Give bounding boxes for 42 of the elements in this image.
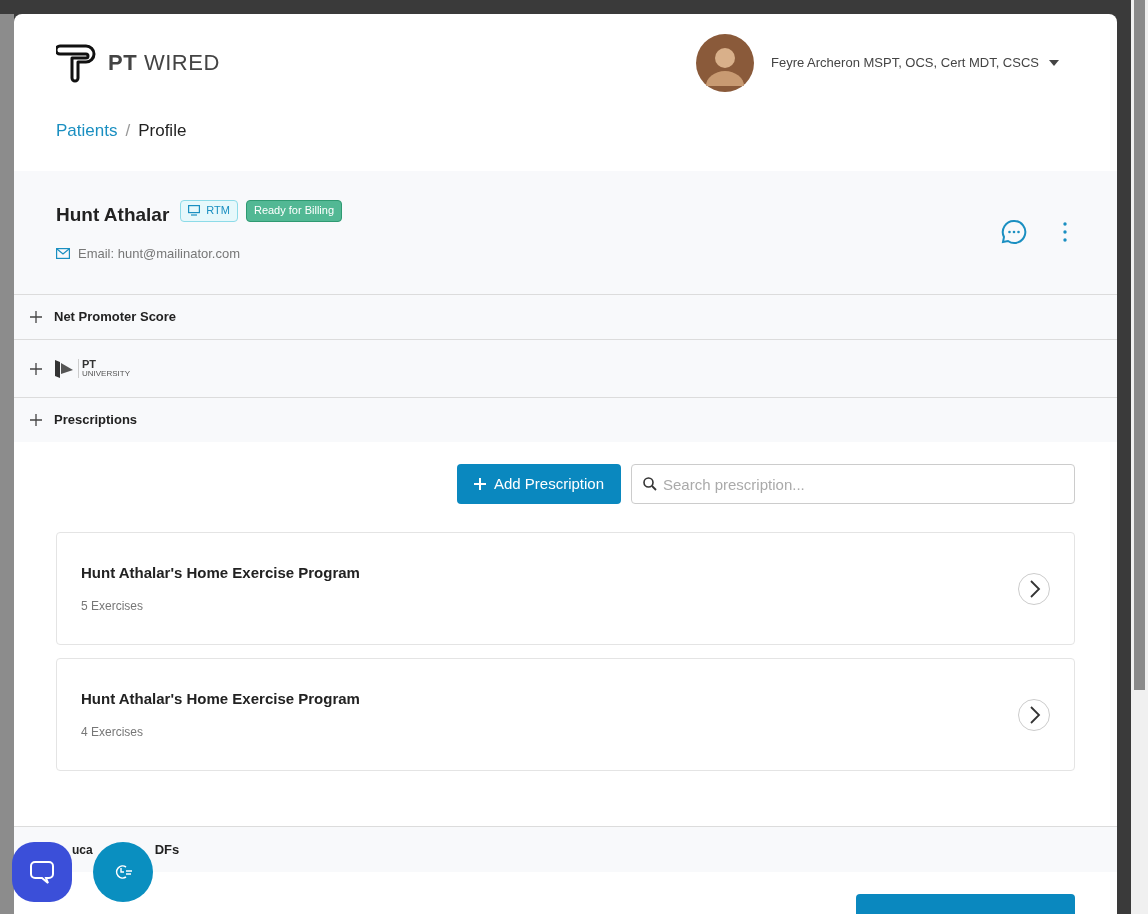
breadcrumb-separator: / bbox=[125, 120, 131, 143]
exercise-count: 4 Exercises bbox=[81, 723, 145, 741]
mail-icon bbox=[56, 248, 70, 260]
user-name[interactable]: Feyre Archeron MSPT, OCS, Cert MDT, CSCS bbox=[771, 53, 1039, 73]
logo-text: PT bbox=[82, 359, 98, 370]
patient-name: Hunt Athalar bbox=[56, 203, 170, 228]
search-field[interactable]: Search prescription... bbox=[631, 464, 1075, 505]
rtm-badge: RTM bbox=[180, 199, 238, 222]
university-logo[interactable]: PT UNIVERSITY bbox=[54, 358, 130, 379]
flag-icon bbox=[54, 358, 74, 379]
monitor-icon bbox=[188, 205, 201, 217]
plus-icon bbox=[473, 478, 486, 491]
chevron-right-icon[interactable] bbox=[1018, 572, 1050, 605]
breadcrumb-current: Profile bbox=[138, 120, 187, 143]
prescription-title: Hunt Athalar's Home Exercise Program bbox=[81, 563, 360, 584]
prescription-card[interactable]: Hunt Athalar's Home Exercise Program 4 Exercises bbox=[56, 658, 1075, 772]
add-prescription-button[interactable]: Add Prescription bbox=[456, 464, 621, 505]
chat-icon[interactable] bbox=[1001, 219, 1027, 246]
patient-email: Email: hunt@mailinator.com bbox=[78, 244, 241, 263]
section-title[interactable]: Prescriptions bbox=[54, 410, 138, 430]
section-title[interactable]: DFs bbox=[154, 839, 180, 860]
plus-icon[interactable] bbox=[30, 310, 42, 323]
section-title[interactable]: Net Promoter Score bbox=[54, 307, 177, 327]
clock-icon bbox=[113, 863, 133, 881]
support-chat-button[interactable] bbox=[12, 842, 72, 902]
chat-icon bbox=[29, 859, 55, 885]
prescription-card[interactable]: Hunt Athalar's Home Exercise Program 5 Exercises bbox=[56, 532, 1075, 646]
chevron-right-icon[interactable] bbox=[1018, 698, 1050, 731]
logo-text: UNIVERSITY bbox=[82, 370, 130, 378]
search-icon bbox=[643, 477, 657, 492]
avatar[interactable] bbox=[696, 33, 754, 92]
section-title[interactable]: uca bbox=[72, 840, 93, 859]
scrollbar[interactable] bbox=[1131, 0, 1148, 914]
breadcrumb-link[interactable]: Patients bbox=[56, 118, 118, 144]
more-icon[interactable] bbox=[1063, 222, 1067, 243]
plus-icon[interactable] bbox=[30, 414, 42, 427]
plus-icon[interactable] bbox=[30, 362, 42, 375]
caret-icon[interactable] bbox=[1049, 59, 1059, 66]
logo-text: PT WIRED bbox=[108, 49, 220, 78]
exercise-count: 5 Exercises bbox=[81, 597, 145, 615]
status-badge: Ready for Billing bbox=[245, 199, 343, 222]
prescription-title: Hunt Athalar's Home Exercise Program bbox=[81, 689, 360, 710]
